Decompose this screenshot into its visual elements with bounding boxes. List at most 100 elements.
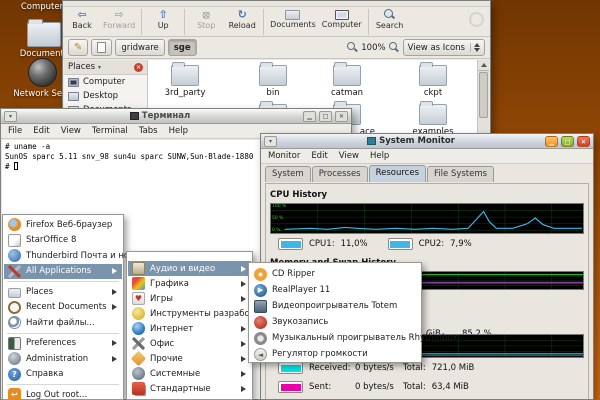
menu-item-places[interactable]: Places — [4, 284, 122, 300]
folder-item-3rd-party[interactable]: 3rd_party — [157, 65, 213, 98]
menu-item-administration[interactable]: Administration — [4, 351, 122, 367]
folder-icon — [259, 65, 287, 86]
edit-location-toggle[interactable]: ✎ — [68, 39, 88, 56]
minimize-button[interactable]: ▁ — [303, 111, 316, 122]
menu-edit[interactable]: Edit — [311, 151, 327, 161]
places-header[interactable]: Places ▾ ✕ — [64, 60, 147, 75]
category-system[interactable]: Системные — [128, 366, 251, 381]
menu-item-all-applications[interactable]: All Applications — [4, 264, 122, 280]
received-color-swatch[interactable] — [278, 362, 303, 374]
menu-item-recent-documents[interactable]: Recent Documents — [4, 300, 122, 316]
menu-file[interactable]: File — [8, 126, 22, 136]
menu-item-label: Найти файлы... — [26, 318, 95, 328]
computer-button[interactable]: Computer — [322, 8, 362, 29]
category-office[interactable]: Офис — [128, 336, 251, 351]
menu-item-sound-recorder[interactable]: Звукозапись — [250, 314, 420, 330]
cpu1-color-swatch[interactable] — [278, 238, 303, 250]
menu-item-firefox[interactable]: Firefox Веб-браузер — [4, 217, 122, 233]
forward-button[interactable]: ⇨ Forward — [103, 8, 135, 30]
cpu-history-heading: CPU History — [270, 190, 584, 200]
submenu-arrow-icon — [112, 304, 117, 310]
menu-item-realplayer[interactable]: ▶ RealPlayer 11 — [250, 282, 420, 298]
menu-item-label: Видеопроигрыватель Totem — [272, 301, 397, 311]
spinner-arrows-icon — [470, 43, 480, 52]
category-other[interactable]: Прочие — [128, 351, 251, 366]
menu-monitor[interactable]: Monitor — [268, 151, 300, 161]
scrollbar-thumb[interactable] — [479, 72, 488, 118]
sent-rate: 0 bytes/s — [355, 382, 397, 392]
sent-color-swatch[interactable] — [278, 381, 303, 393]
menu-item-preferences[interactable]: Preferences — [4, 336, 122, 352]
menu-item-thunderbird[interactable]: Thunderbird Почта и новости — [4, 248, 122, 264]
tab-system[interactable]: System — [265, 166, 311, 182]
folder-icon — [419, 104, 447, 125]
maximize-button[interactable]: □ — [319, 111, 332, 122]
menu-view[interactable]: View — [339, 151, 359, 161]
category-audio-video[interactable]: Аудио и видео — [128, 261, 251, 276]
menu-item-help[interactable]: ? Справка — [4, 367, 122, 383]
breadcrumb-sge[interactable]: sge — [168, 39, 197, 56]
minimize-button[interactable]: ▁ — [545, 136, 558, 147]
window-menu-button[interactable]: ▾ — [4, 111, 17, 122]
menu-help[interactable]: Help — [169, 126, 188, 136]
accessories-icon — [132, 382, 145, 395]
root-crumb-button[interactable] — [91, 39, 112, 56]
network-sent-row: Sent: 0 bytes/s Total: 63,4 MiB — [278, 381, 584, 393]
menu-item-label: Музыкальный проигрыватель Rhythmbox — [272, 333, 457, 343]
menu-item-label: Интернет — [150, 324, 193, 334]
menu-terminal[interactable]: Terminal — [92, 126, 128, 136]
menu-item-volume-control[interactable]: ◄ Регулятор громкости — [250, 346, 420, 362]
sent-total-label: Total: — [403, 382, 426, 392]
view-mode-select[interactable]: View as Icons — [403, 39, 485, 56]
tab-processes[interactable]: Processes — [312, 166, 368, 182]
menu-item-label: Офис — [150, 339, 174, 349]
menu-view[interactable]: View — [61, 126, 81, 136]
vertical-scrollbar[interactable] — [477, 60, 489, 139]
stop-button[interactable]: ⦻ Stop — [191, 8, 221, 30]
menu-tabs[interactable]: Tabs — [139, 126, 158, 136]
category-internet[interactable]: Интернет — [128, 321, 251, 336]
zoom-out-icon[interactable] — [347, 42, 358, 53]
folder-item-bin[interactable]: bin — [245, 65, 301, 98]
menu-item-rhythmbox[interactable]: Музыкальный проигрыватель Rhythmbox — [250, 330, 420, 346]
up-button[interactable]: ⇧ Up — [148, 8, 178, 30]
tab-file-systems[interactable]: File Systems — [427, 166, 494, 182]
menu-item-cd-ripper[interactable]: CD Ripper — [250, 266, 420, 282]
menu-item-staroffice[interactable]: StarOffice 8 — [4, 233, 122, 249]
menu-edit[interactable]: Edit — [33, 126, 49, 136]
system-monitor-titlebar[interactable]: ▾ System Monitor ▁ □ ✕ — [261, 134, 593, 149]
submenu-arrow-icon — [241, 371, 246, 377]
breadcrumb-gridware[interactable]: gridware — [115, 39, 164, 56]
menu-help[interactable]: Help — [370, 151, 389, 161]
terminal-titlebar[interactable]: ▾ Терминал ▁ □ ✕ — [1, 109, 351, 124]
sidebar-item-desktop[interactable]: Desktop — [64, 89, 147, 103]
folder-item-ckpt[interactable]: ckpt — [405, 65, 461, 98]
reload-button[interactable]: ↻ Reload — [227, 8, 257, 30]
maximize-button[interactable]: □ — [561, 136, 574, 147]
pencil-icon: ✎ — [74, 42, 82, 53]
cpu2-color-swatch[interactable] — [388, 238, 413, 250]
menu-item-find-files[interactable]: Найти файлы... — [4, 315, 122, 331]
category-games[interactable]: ♥ Игры — [128, 291, 251, 306]
window-menu-button[interactable]: ▾ — [264, 136, 277, 147]
chevron-down-icon: ▾ — [98, 64, 101, 71]
folder-item-catman[interactable]: catman — [319, 65, 375, 98]
category-development[interactable]: Инструменты разработки — [128, 306, 251, 321]
back-button[interactable]: ⇦ Back — [67, 8, 97, 30]
search-button[interactable]: Search — [375, 8, 405, 30]
documents-button[interactable]: Documents — [270, 8, 316, 29]
received-total-label: Total: — [403, 363, 426, 373]
category-graphics[interactable]: Графика — [128, 276, 251, 291]
close-button[interactable]: ✕ — [577, 136, 590, 147]
category-accessories[interactable]: Стандартные — [128, 381, 251, 396]
close-button[interactable]: ✕ — [335, 111, 348, 122]
menu-item-log-out[interactable]: ↩ Log Out root... — [4, 387, 122, 400]
zoom-in-icon[interactable] — [389, 42, 400, 53]
terminal-title-text: Терминал — [142, 111, 190, 121]
scroll-up-button[interactable] — [478, 60, 489, 71]
sidebar-item-computer[interactable]: Computer — [64, 75, 147, 89]
desktop-icon — [68, 92, 79, 101]
tab-resources[interactable]: Resources — [369, 165, 426, 182]
menu-item-totem[interactable]: Видеопроигрыватель Totem — [250, 298, 420, 314]
close-sidebar-button[interactable]: ✕ — [134, 63, 143, 72]
